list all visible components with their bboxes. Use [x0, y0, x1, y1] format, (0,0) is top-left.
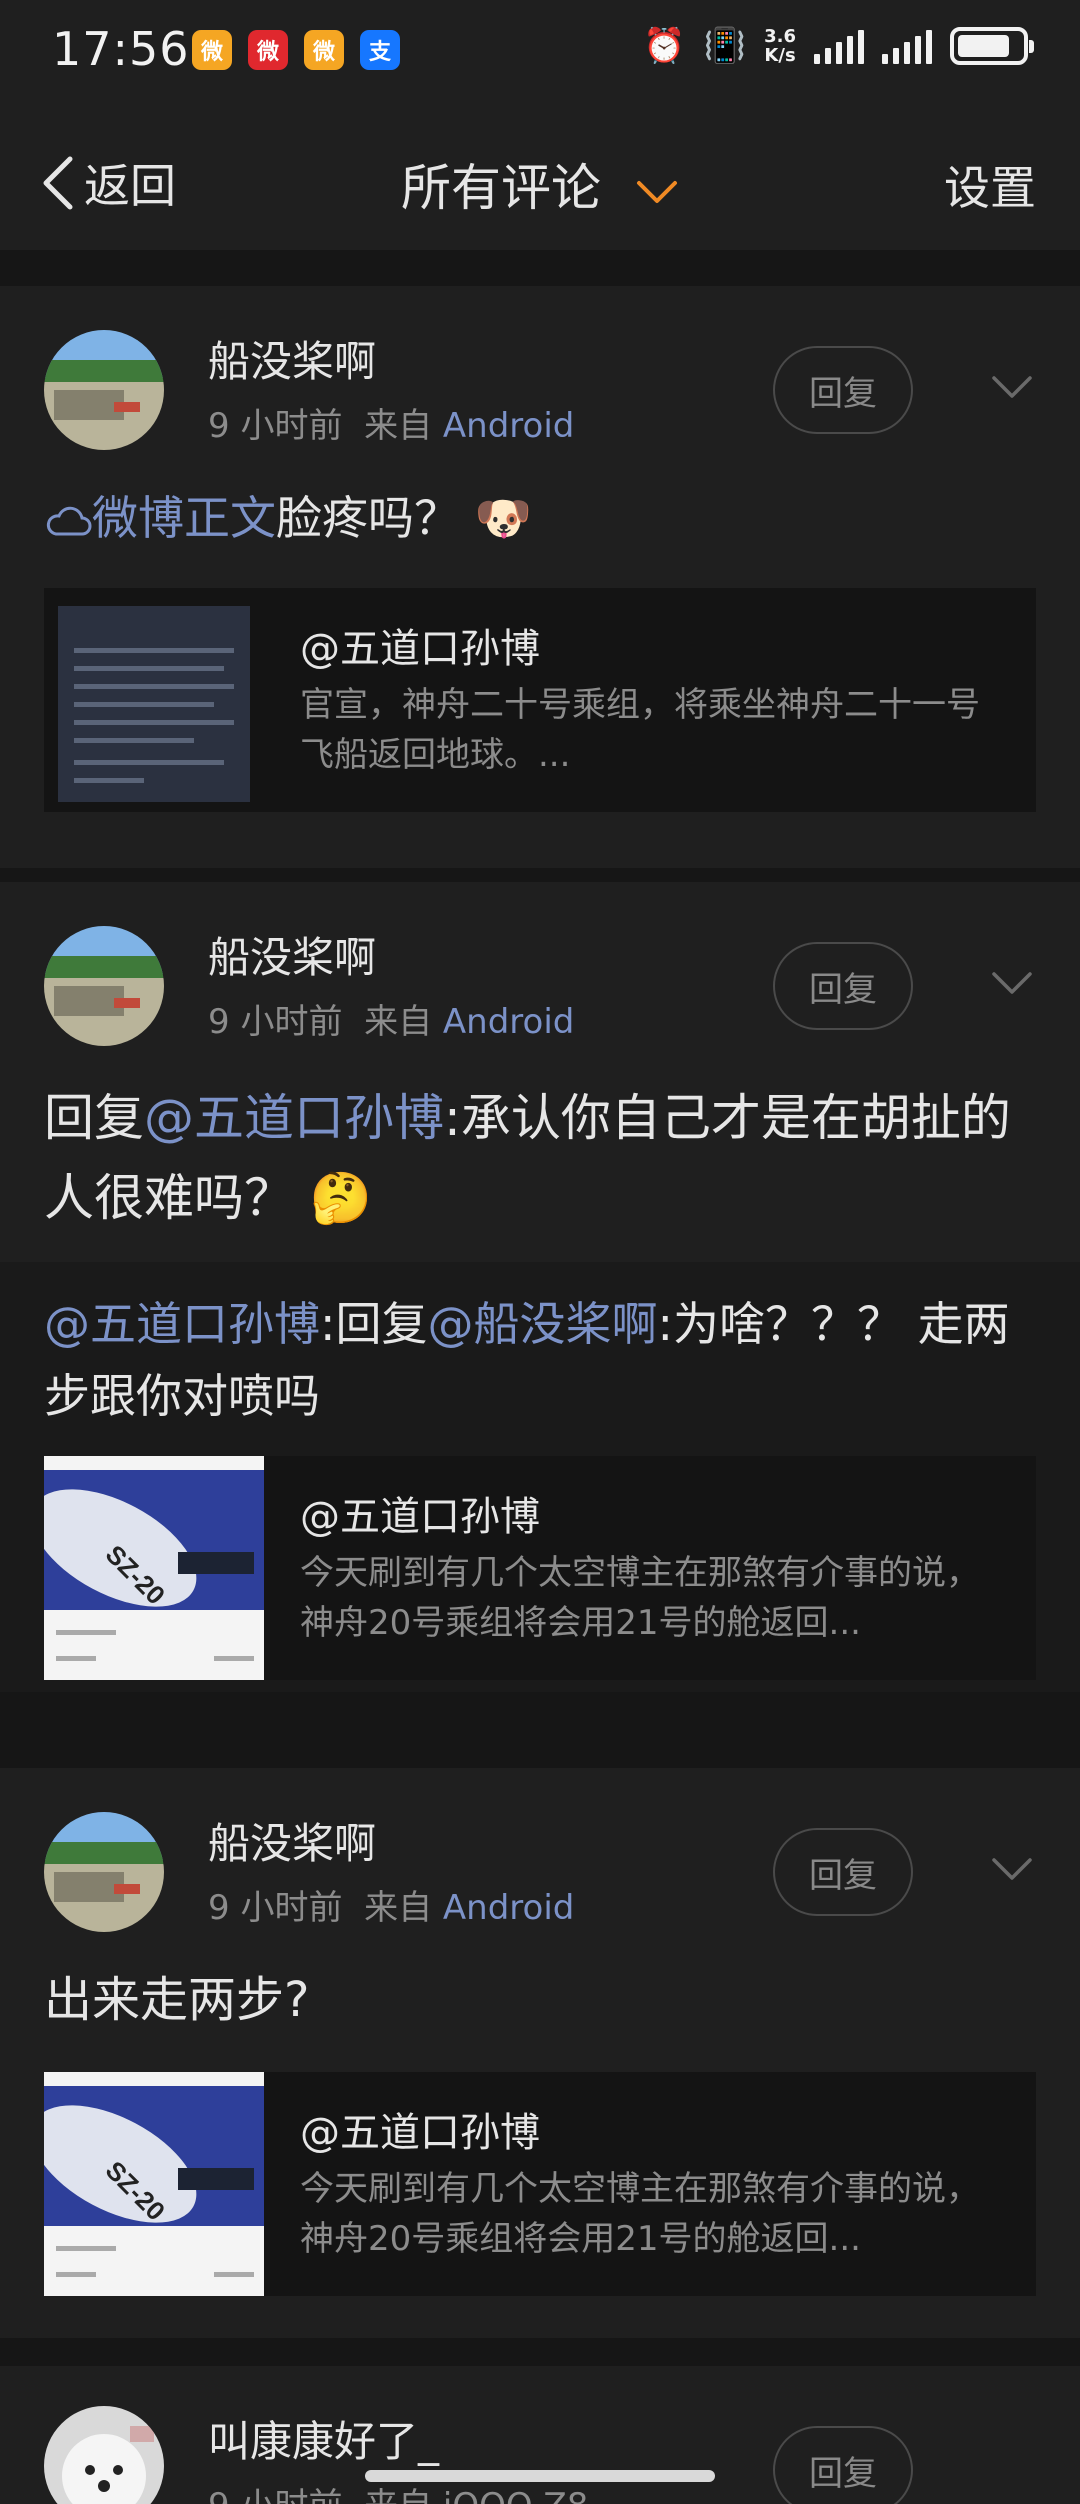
quote-author: @五道口孙博: [300, 2110, 540, 2156]
status-bar: 17:56 微 微 微 支 ⏰ 📳 3.6 K/s: [0, 0, 1080, 110]
author-name[interactable]: 船没桨啊: [208, 924, 376, 985]
author-name[interactable]: 叫康康好了_: [208, 2408, 439, 2469]
comment-card: 叫康康好了_ 9 小时前 来自 iQOO Z8 回复: [0, 2366, 1080, 2504]
comment-body: 出来走两步?: [44, 1972, 310, 2028]
reply-button[interactable]: 回复: [773, 346, 913, 434]
weibo-post-link[interactable]: 微博正文: [92, 491, 276, 545]
status-time: 17:56: [52, 22, 190, 76]
sub-reply[interactable]: @五道口孙博:回复@船没桨啊:为啥？？？ 走两步跟你对喷吗 SZ-20 @五道口…: [0, 1262, 1080, 1692]
nav-header: 返回 所有评论 设置: [0, 110, 1080, 250]
reply-button[interactable]: 回复: [773, 2426, 913, 2504]
quote-text: 今天刷到有几个太空博主在那煞有介事的说，神舟20号乘组将会用21号的舱返回...: [300, 1553, 980, 1643]
home-indicator[interactable]: [365, 2470, 715, 2482]
quoted-post[interactable]: SZ-20 @五道口孙博 今天刷到有几个太空博主在那煞有介事的说，神舟20号乘组…: [44, 1456, 1036, 1680]
avatar[interactable]: [44, 926, 164, 1046]
signal-icon: [882, 28, 932, 64]
avatar[interactable]: [44, 1812, 164, 1932]
chevron-down-icon[interactable]: [990, 970, 1034, 998]
reply-button[interactable]: 回复: [773, 1828, 913, 1916]
page-title: 所有评论: [401, 159, 602, 217]
comment-meta: 9 小时前 来自 Android: [208, 1888, 575, 1928]
mention-link[interactable]: @船没桨啊: [428, 1297, 658, 1351]
chevron-down-icon[interactable]: [990, 374, 1034, 402]
mention-link[interactable]: @五道口孙博: [144, 1089, 444, 1147]
reply-button[interactable]: 回复: [773, 942, 913, 1030]
network-speed: 3.6 K/s: [764, 26, 796, 66]
sub-reply-text: @五道口孙博:回复@船没桨啊:为啥？？？ 走两步跟你对喷吗: [44, 1297, 1010, 1423]
weibo-red-icon: 微: [248, 30, 288, 70]
comment-meta: 9 小时前 来自 Android: [208, 1002, 575, 1042]
signal-icon: [814, 28, 864, 64]
quote-thumbnail: [44, 588, 264, 812]
author-name[interactable]: 船没桨啊: [208, 1810, 376, 1871]
comment-body: 回复@五道口孙博:承认你自己才是在胡扯的人很难吗？ 🤔: [44, 1089, 1011, 1227]
quote-thumbnail: SZ-20: [44, 2072, 264, 2296]
settings-button[interactable]: 设置: [944, 152, 1036, 218]
author-name[interactable]: 船没桨啊: [208, 328, 376, 389]
quoted-post[interactable]: @五道口孙博 官宣，神舟二十号乘组，将乘坐神舟二十一号飞船返回地球。...: [44, 588, 1036, 812]
vibrate-icon: 📳: [703, 26, 747, 66]
chevron-down-icon: [636, 180, 677, 203]
avatar[interactable]: [44, 2406, 164, 2504]
comment-card: 船没桨啊 9 小时前 来自 Android 回复 回复@五道口孙博:承认你自己才…: [0, 882, 1080, 1692]
alarm-icon: ⏰: [643, 26, 686, 66]
mention-link[interactable]: @五道口孙博: [44, 1297, 320, 1351]
comment-meta: 9 小时前 来自 Android: [208, 406, 575, 446]
quoted-post[interactable]: SZ-20 @五道口孙博 今天刷到有几个太空博主在那煞有介事的说，神舟20号乘组…: [44, 2072, 1036, 2296]
comment-body: 微博正文脸疼吗？ 🐶: [44, 482, 1036, 554]
quote-text: 官宣，神舟二十号乘组，将乘坐神舟二十一号飞船返回地球。...: [300, 685, 980, 775]
quote-text: 今天刷到有几个太空博主在那煞有介事的说，神舟20号乘组将会用21号的舱返回...: [300, 2169, 980, 2259]
battery-icon: [950, 27, 1034, 65]
quote-author: @五道口孙博: [300, 626, 540, 672]
weibo-icon: 微: [192, 30, 232, 70]
doge-emoji-icon: 🐶: [474, 491, 532, 545]
quote-author: @五道口孙博: [300, 1494, 540, 1540]
page-title-dropdown[interactable]: 所有评论: [0, 148, 1080, 220]
comment-card: 船没桨啊 9 小时前 来自 Android 回复 微博正文脸疼吗？ 🐶 @五道口…: [0, 286, 1080, 868]
avatar[interactable]: [44, 330, 164, 450]
comment-card: 船没桨啊 9 小时前 来自 Android 回复 出来走两步? SZ-20 @五…: [0, 1768, 1080, 2338]
quote-thumbnail: SZ-20: [44, 1456, 264, 1680]
weibo-icon: 微: [304, 30, 344, 70]
cloud-icon: [46, 506, 92, 536]
alipay-icon: 支: [360, 30, 400, 70]
thinking-emoji-icon: 🤔: [309, 1169, 373, 1227]
chevron-down-icon[interactable]: [990, 1856, 1034, 1884]
